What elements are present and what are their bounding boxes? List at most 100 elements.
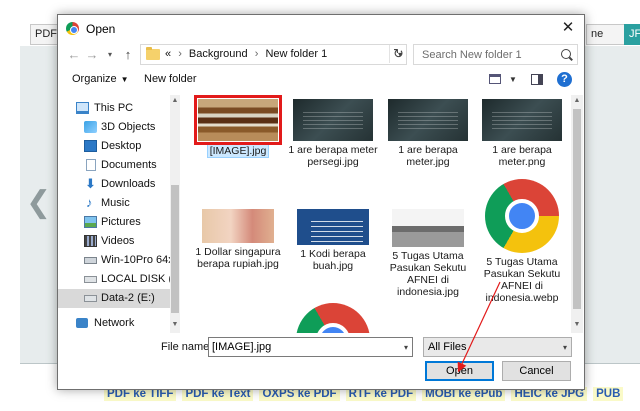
scroll-up-icon[interactable]: ▲ bbox=[571, 97, 583, 104]
file-item[interactable]: 1 are berapa meter.jpg bbox=[381, 99, 475, 168]
video-icon bbox=[84, 235, 97, 247]
breadcrumb-background[interactable]: Background bbox=[189, 48, 248, 60]
drive-icon bbox=[84, 295, 97, 302]
dialog-title: Open bbox=[86, 22, 116, 36]
new-folder-button[interactable]: New folder bbox=[144, 73, 197, 85]
dialog-titlebar[interactable]: Open ✕ bbox=[58, 15, 584, 42]
file-item[interactable]: 5 Tugas Utama Pasukan Sekutu AFNEI di in… bbox=[475, 179, 569, 304]
drive-icon bbox=[84, 276, 97, 283]
open-button[interactable]: Open bbox=[425, 361, 494, 381]
network-icon bbox=[76, 318, 88, 328]
file-item[interactable]: 1 are berapa meter persegi.jpg bbox=[286, 99, 380, 168]
tab-active[interactable]: JF bbox=[624, 24, 640, 45]
tree-label: Downloads bbox=[101, 178, 156, 190]
tree-item-downloads[interactable]: ⬇ Downloads bbox=[58, 175, 180, 194]
chrome-icon bbox=[66, 22, 79, 35]
navigation-bar: ← → ▾ ↑ « › Background › New folder 1 ▾ … bbox=[58, 42, 584, 68]
tree-item-3d-objects[interactable]: 3D Objects bbox=[58, 118, 180, 137]
folder-icon bbox=[146, 47, 160, 60]
file-item[interactable]: 1 Kodi berapa buah.jpg bbox=[286, 209, 380, 272]
file-item[interactable]: 1 Dollar singapura berapa rupiah.jpg bbox=[191, 209, 285, 270]
tree-item-drive-d[interactable]: LOCAL DISK (D:) bbox=[58, 270, 180, 289]
desktop-icon bbox=[84, 140, 97, 152]
view-options-icon[interactable] bbox=[489, 74, 501, 84]
tree-item-drive-c[interactable]: Win-10Pro 64x (C bbox=[58, 251, 180, 270]
help-icon[interactable]: ? bbox=[557, 72, 572, 87]
tree-label: This PC bbox=[94, 102, 134, 114]
cancel-button[interactable]: Cancel bbox=[502, 361, 571, 381]
link-pub[interactable]: PUB bbox=[593, 387, 624, 401]
file-thumbnail bbox=[482, 99, 562, 141]
file-item[interactable]: 1 are berapa meter.png bbox=[475, 99, 569, 168]
tree-label: 3D Objects bbox=[101, 121, 156, 133]
tab-to-pdf[interactable]: ne PDF bbox=[586, 24, 624, 59]
file-name-label: File name: bbox=[161, 341, 213, 353]
file-thumbnail bbox=[293, 99, 373, 141]
file-type-value: All Files bbox=[428, 341, 467, 353]
tree-label: Desktop bbox=[101, 140, 142, 152]
up-button[interactable]: ↑ bbox=[120, 46, 136, 64]
navigation-scrollbar[interactable]: ▲ ▼ bbox=[170, 95, 180, 333]
document-icon bbox=[86, 159, 96, 171]
tree-item-documents[interactable]: Documents bbox=[58, 156, 180, 175]
chrome-icon bbox=[485, 179, 559, 253]
tree-item-drive-e[interactable]: Data-2 (E:) bbox=[58, 289, 180, 308]
file-name: [IMAGE].jpg bbox=[206, 144, 270, 158]
chrome-icon bbox=[296, 303, 370, 333]
file-name: 5 Tugas Utama Pasukan Sekutu AFNEI di in… bbox=[389, 250, 467, 298]
tree-item-pictures[interactable]: Pictures bbox=[58, 213, 180, 232]
breadcrumb-overflow[interactable]: « bbox=[165, 48, 171, 60]
file-name: 1 are berapa meter persegi.jpg bbox=[288, 144, 378, 168]
close-button[interactable]: ✕ bbox=[556, 18, 580, 38]
scroll-up-icon[interactable]: ▲ bbox=[170, 97, 180, 104]
open-dialog: Open ✕ ← → ▾ ↑ « › Background › New fold… bbox=[57, 14, 585, 390]
file-name: 1 are berapa meter.jpg bbox=[398, 144, 458, 168]
recent-locations-button[interactable]: ▾ bbox=[102, 46, 118, 64]
carousel-prev-icon[interactable]: ❮ bbox=[26, 185, 51, 220]
tree-item-music[interactable]: ♪ Music bbox=[58, 194, 180, 213]
tree-label: Videos bbox=[101, 235, 135, 247]
tree-label: Documents bbox=[101, 159, 157, 171]
breadcrumb-new-folder-1[interactable]: New folder 1 bbox=[265, 48, 327, 60]
file-item[interactable]: 5 Tugas Utama Pasukan Sekutu AFNEI di in… bbox=[381, 209, 475, 298]
forward-button[interactable]: → bbox=[84, 46, 100, 64]
picture-icon bbox=[84, 216, 97, 228]
chevron-right-icon[interactable]: › bbox=[255, 48, 259, 60]
tree-label: LOCAL DISK (D:) bbox=[101, 273, 180, 285]
scrollbar-thumb[interactable] bbox=[171, 185, 179, 313]
tree-item-videos[interactable]: Videos bbox=[58, 232, 180, 251]
chevron-right-icon[interactable]: › bbox=[178, 48, 182, 60]
refresh-button[interactable]: ↻ bbox=[389, 45, 407, 63]
tree-item-network[interactable]: Network bbox=[58, 314, 180, 333]
tree-label: Win-10Pro 64x (C bbox=[101, 254, 180, 266]
tree-label: Music bbox=[101, 197, 130, 209]
file-list-scrollbar[interactable]: ▲ ▼ bbox=[571, 95, 583, 333]
organize-button[interactable]: Organize ▼ bbox=[72, 73, 129, 85]
scrollbar-thumb[interactable] bbox=[573, 109, 581, 309]
chevron-down-icon[interactable]: ▾ bbox=[404, 343, 408, 352]
file-thumbnail bbox=[388, 99, 468, 141]
chevron-down-icon[interactable]: ▾ bbox=[563, 343, 567, 352]
search-input[interactable]: Search New folder 1 bbox=[413, 44, 578, 65]
file-type-select[interactable]: All Files ▾ bbox=[423, 337, 572, 357]
file-item[interactable]: [IMAGE].jpg bbox=[191, 95, 285, 158]
file-name: 1 Kodi berapa buah.jpg bbox=[300, 248, 366, 272]
file-name: 5 Tugas Utama Pasukan Sekutu AFNEI di in… bbox=[483, 256, 561, 304]
back-button[interactable]: ← bbox=[66, 46, 82, 64]
file-list: [IMAGE].jpg 1 are berapa meter persegi.j… bbox=[183, 95, 571, 333]
address-bar[interactable]: « › Background › New folder 1 ▾ bbox=[140, 44, 407, 65]
tree-item-this-pc[interactable]: This PC bbox=[58, 99, 180, 118]
scroll-down-icon[interactable]: ▼ bbox=[571, 321, 583, 328]
preview-pane-icon[interactable] bbox=[531, 74, 543, 85]
file-thumbnail bbox=[392, 209, 464, 247]
file-name: 1 Dollar singapura berapa rupiah.jpg bbox=[195, 246, 281, 270]
tab-pdf[interactable]: PDF bbox=[30, 24, 60, 45]
tree-label: Data-2 (E:) bbox=[101, 292, 155, 304]
file-name-input[interactable]: [IMAGE].jpg ▾ bbox=[208, 337, 413, 357]
navigation-pane: This PC 3D Objects Desktop Documents ⬇ D… bbox=[58, 95, 180, 333]
file-item[interactable] bbox=[286, 303, 380, 333]
chevron-down-icon: ▼ bbox=[120, 75, 129, 84]
chevron-down-icon[interactable]: ▼ bbox=[509, 75, 517, 84]
tree-item-desktop[interactable]: Desktop bbox=[58, 137, 180, 156]
scroll-down-icon[interactable]: ▼ bbox=[170, 321, 180, 328]
